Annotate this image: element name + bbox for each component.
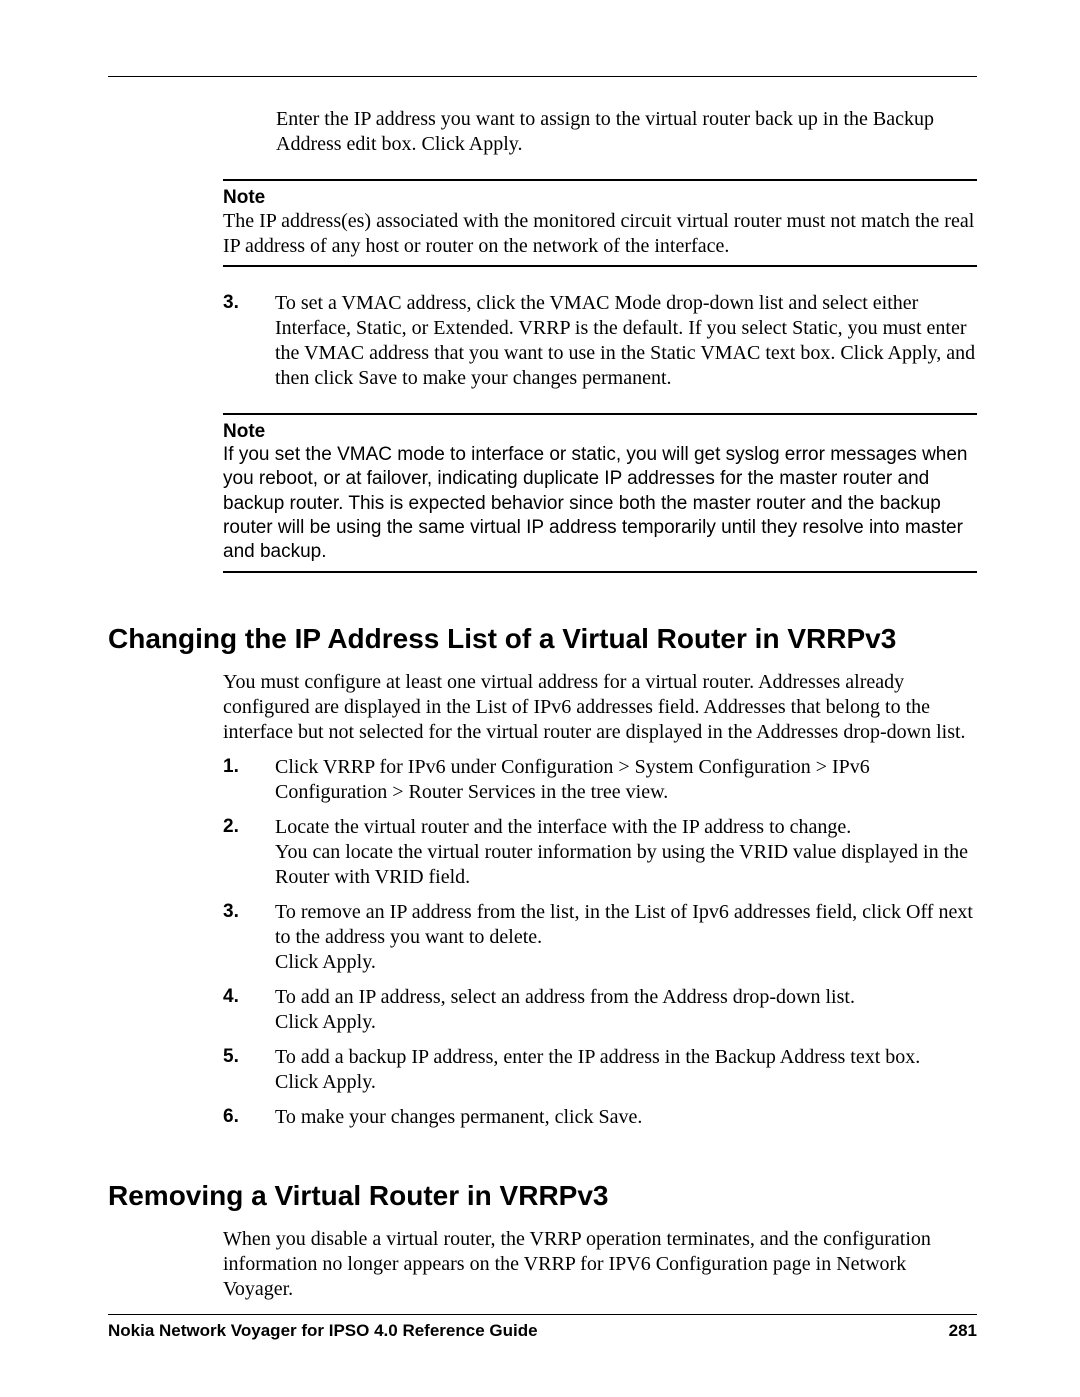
item-text: Click VRRP for IPv6 under Configuration … <box>251 755 977 805</box>
item-text: Locate the virtual router and the interf… <box>251 815 977 890</box>
note-box-1: Note The IP address(es) associated with … <box>223 179 977 267</box>
item-text: To add an IP address, select an address … <box>251 985 977 1035</box>
footer: Nokia Network Voyager for IPSO 4.0 Refer… <box>108 1321 977 1341</box>
list-item: 1. Click VRRP for IPv6 under Configurati… <box>223 755 977 805</box>
footer-rule <box>108 1314 977 1315</box>
item-number: 4. <box>223 985 251 1035</box>
section-heading-2: Removing a Virtual Router in VRRPv3 <box>108 1178 977 1213</box>
step-number: 3. <box>223 291 251 391</box>
item-text: To add a backup IP address, enter the IP… <box>251 1045 977 1095</box>
footer-title: Nokia Network Voyager for IPSO 4.0 Refer… <box>108 1321 538 1341</box>
ordered-step-3: 3. To set a VMAC address, click the VMAC… <box>223 291 977 391</box>
section-intro-1: You must configure at least one virtual … <box>223 670 977 745</box>
item-text: To remove an IP address from the list, i… <box>251 900 977 975</box>
item-number: 1. <box>223 755 251 805</box>
top-rule <box>108 76 977 77</box>
document-page: Enter the IP address you want to assign … <box>0 0 1080 1397</box>
list-item: 4. To add an IP address, select an addre… <box>223 985 977 1035</box>
list-item: 3. To remove an IP address from the list… <box>223 900 977 975</box>
note-body: If you set the VMAC mode to interface or… <box>223 443 977 565</box>
item-number: 5. <box>223 1045 251 1095</box>
item-text: To make your changes permanent, click Sa… <box>251 1105 977 1130</box>
section-heading-1: Changing the IP Address List of a Virtua… <box>108 621 977 656</box>
list-item: 5. To add a backup IP address, enter the… <box>223 1045 977 1095</box>
note-body: The IP address(es) associated with the m… <box>223 209 977 259</box>
section-intro-2: When you disable a virtual router, the V… <box>223 1227 977 1302</box>
item-number: 3. <box>223 900 251 975</box>
list-item: 2. Locate the virtual router and the int… <box>223 815 977 890</box>
note-rule-bottom <box>223 571 977 573</box>
item-number: 6. <box>223 1105 251 1130</box>
intro-paragraph: Enter the IP address you want to assign … <box>276 107 977 157</box>
list-item: 6. To make your changes permanent, click… <box>223 1105 977 1130</box>
note-label: Note <box>223 187 977 209</box>
note-label: Note <box>223 421 977 443</box>
note-rule-bottom <box>223 265 977 267</box>
item-number: 2. <box>223 815 251 890</box>
step-text: To set a VMAC address, click the VMAC Mo… <box>251 291 977 391</box>
note-box-2: Note If you set the VMAC mode to interfa… <box>223 413 977 573</box>
ordered-list-1: 1. Click VRRP for IPv6 under Configurati… <box>223 755 977 1130</box>
note-rule-top <box>223 179 977 181</box>
footer-page-number: 281 <box>949 1321 977 1341</box>
note-rule-top <box>223 413 977 415</box>
